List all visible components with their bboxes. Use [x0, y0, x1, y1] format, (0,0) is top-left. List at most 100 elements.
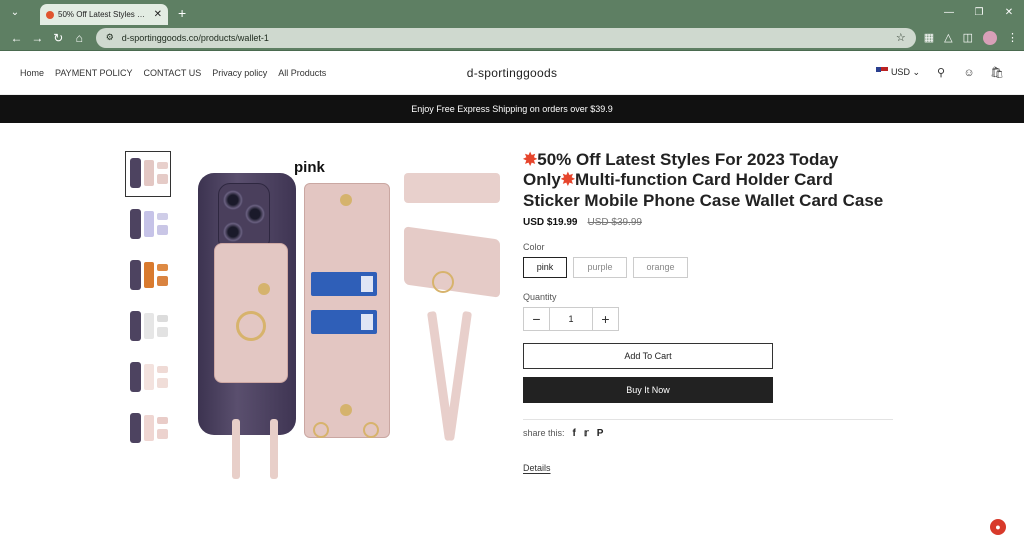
color-label: Color — [523, 241, 545, 252]
open-wallet-illustration — [304, 183, 390, 438]
thumbnail-2[interactable] — [125, 202, 171, 248]
window-close-button[interactable]: ✕ — [994, 7, 1024, 18]
quantity-decrease-button[interactable]: − — [524, 308, 549, 330]
browser-toolbar: ← → ↻ ⌂ ⚙ d-sportinggoods.co/products/wa… — [0, 25, 1024, 51]
announcement-bar: Enjoy Free Express Shipping on orders ov… — [0, 95, 1024, 123]
thumbnail-phone — [130, 311, 141, 341]
image-color-label: pink — [294, 159, 325, 176]
toolbar-icons: ▦ △ ◫ ⋮ — [924, 30, 1018, 45]
details-tab[interactable]: Details — [523, 463, 893, 473]
thumbnail-wallet — [144, 211, 154, 237]
back-icon[interactable]: ← — [6, 31, 27, 45]
share-label: share this: — [523, 428, 565, 439]
thumbnail-5[interactable] — [125, 355, 171, 401]
burst-icon: ✸ — [523, 150, 538, 169]
account-icon[interactable]: ☺ — [962, 67, 976, 79]
thumbnail-detail — [157, 162, 168, 169]
quantity-input[interactable]: 1 — [549, 307, 593, 330]
divider — [523, 418, 893, 420]
sidepanel-icon[interactable]: ◫ — [963, 31, 973, 44]
restore-button[interactable]: ❐ — [964, 7, 994, 18]
new-tab-button[interactable]: + — [178, 5, 186, 21]
forward-icon[interactable]: → — [27, 31, 48, 45]
color-options: pink purple orange — [523, 256, 893, 278]
nav-contact-us[interactable]: CONTACT US — [144, 68, 202, 78]
thumbnail-wallet — [144, 415, 154, 441]
product-title: ✸50% Off Latest Styles For 2023 Today On… — [523, 150, 884, 210]
tab-close-icon[interactable]: ✕ — [154, 9, 162, 20]
thumbnail-detail — [157, 378, 168, 388]
currency-label: USD — [890, 67, 910, 77]
bookmark-star-icon[interactable]: ☆ — [896, 31, 906, 44]
thumbnail-1[interactable] — [125, 151, 171, 197]
thumbnail-wallet — [144, 160, 154, 186]
site-info-icon[interactable]: ⚙ — [106, 32, 114, 43]
minimize-button[interactable]: — — [934, 7, 964, 18]
nav-payment-policy[interactable]: PAYMENT POLICY — [55, 68, 133, 78]
chat-helper-icon[interactable]: ● — [990, 519, 1006, 535]
home-icon[interactable]: ⌂ — [69, 31, 90, 45]
window-controls: — ❐ ✕ — [934, 0, 1024, 25]
thumbnail-6[interactable] — [125, 406, 171, 452]
url-text[interactable]: d-sportinggoods.co/products/wallet-1 — [122, 33, 896, 43]
thumbnail-detail — [157, 213, 168, 220]
color-option-orange[interactable]: orange — [633, 256, 688, 278]
thumbnail-wallet — [144, 364, 154, 390]
thumbnail-detail — [157, 429, 168, 439]
profile-avatar[interactable] — [982, 30, 997, 45]
reload-icon[interactable]: ↻ — [48, 31, 69, 45]
quantity-label: Quantity — [523, 291, 557, 302]
add-to-cart-button[interactable]: Add To Cart — [523, 342, 773, 369]
search-icon[interactable]: ⚲ — [934, 66, 948, 79]
product-main-image[interactable]: pink — [186, 151, 506, 481]
tab-title: 50% Off Latest Styles For 2023 — [58, 10, 150, 19]
thumbnail-4[interactable] — [125, 304, 171, 350]
thumbnail-detail — [157, 264, 168, 271]
product-info: ✸50% Off Latest Styles For 2023 Today On… — [523, 150, 893, 473]
thumbnail-3[interactable] — [125, 253, 171, 299]
cart-icon[interactable]: 🛍 — [990, 66, 1004, 79]
color-option-pink[interactable]: pink — [523, 256, 567, 278]
tab-search-button[interactable]: ⌄ — [4, 4, 26, 22]
thumbnail-detail — [157, 417, 168, 424]
thumbnail-wallet — [144, 262, 154, 288]
thumbnail-detail — [157, 276, 168, 286]
thumbnail-detail — [157, 327, 168, 337]
pinterest-icon[interactable]: P — [597, 428, 604, 439]
share-row: share this: f 𝕣 P — [523, 428, 893, 439]
facebook-icon[interactable]: f — [573, 428, 576, 439]
labs-icon[interactable]: △ — [944, 31, 952, 44]
price-row: USD $19.99 USD $39.99 — [523, 217, 893, 228]
thumbnail-detail — [157, 315, 168, 322]
thumbnail-detail — [157, 225, 168, 235]
thumbnail-phone — [130, 260, 141, 290]
thumbnail-phone — [130, 413, 141, 443]
thumbnail-detail — [157, 366, 168, 373]
nav-home[interactable]: Home — [20, 68, 44, 78]
currency-selector[interactable]: USD ⌄ — [875, 67, 920, 78]
quantity-increase-button[interactable]: + — [593, 308, 618, 330]
buy-now-button[interactable]: Buy It Now — [523, 376, 773, 403]
thumbnail-detail — [157, 174, 168, 184]
main-nav: Home PAYMENT POLICY CONTACT US Privacy p… — [20, 68, 326, 78]
twitter-icon[interactable]: 𝕣 — [584, 428, 589, 439]
us-flag-icon — [875, 67, 888, 75]
site-header: Home PAYMENT POLICY CONTACT US Privacy p… — [0, 51, 1024, 95]
address-bar[interactable]: ⚙ d-sportinggoods.co/products/wallet-1 ☆ — [95, 27, 916, 48]
color-option-purple[interactable]: purple — [573, 256, 627, 278]
thumbnail-phone — [130, 209, 141, 239]
nav-all-products[interactable]: All Products — [278, 68, 326, 78]
sale-price: USD $19.99 — [523, 216, 578, 228]
thumbnail-list — [125, 151, 171, 457]
product-section: ⌄ pink ✸50% — [0, 123, 1024, 547]
extensions-icon[interactable]: ▦ — [924, 31, 934, 44]
thumbnail-phone — [130, 158, 141, 188]
menu-kebab-icon[interactable]: ⋮ — [1007, 31, 1018, 44]
wallet-side-view — [404, 173, 500, 203]
burst-icon: ✸ — [560, 170, 576, 190]
browser-tab[interactable]: 50% Off Latest Styles For 2023 ✕ — [40, 4, 168, 25]
nav-privacy-policy[interactable]: Privacy policy — [212, 68, 267, 78]
wallet-stand-view — [414, 311, 484, 441]
browser-tabbar: ⌄ 50% Off Latest Styles For 2023 ✕ + — ❐… — [0, 0, 1024, 25]
compare-price: USD $39.99 — [587, 216, 642, 228]
